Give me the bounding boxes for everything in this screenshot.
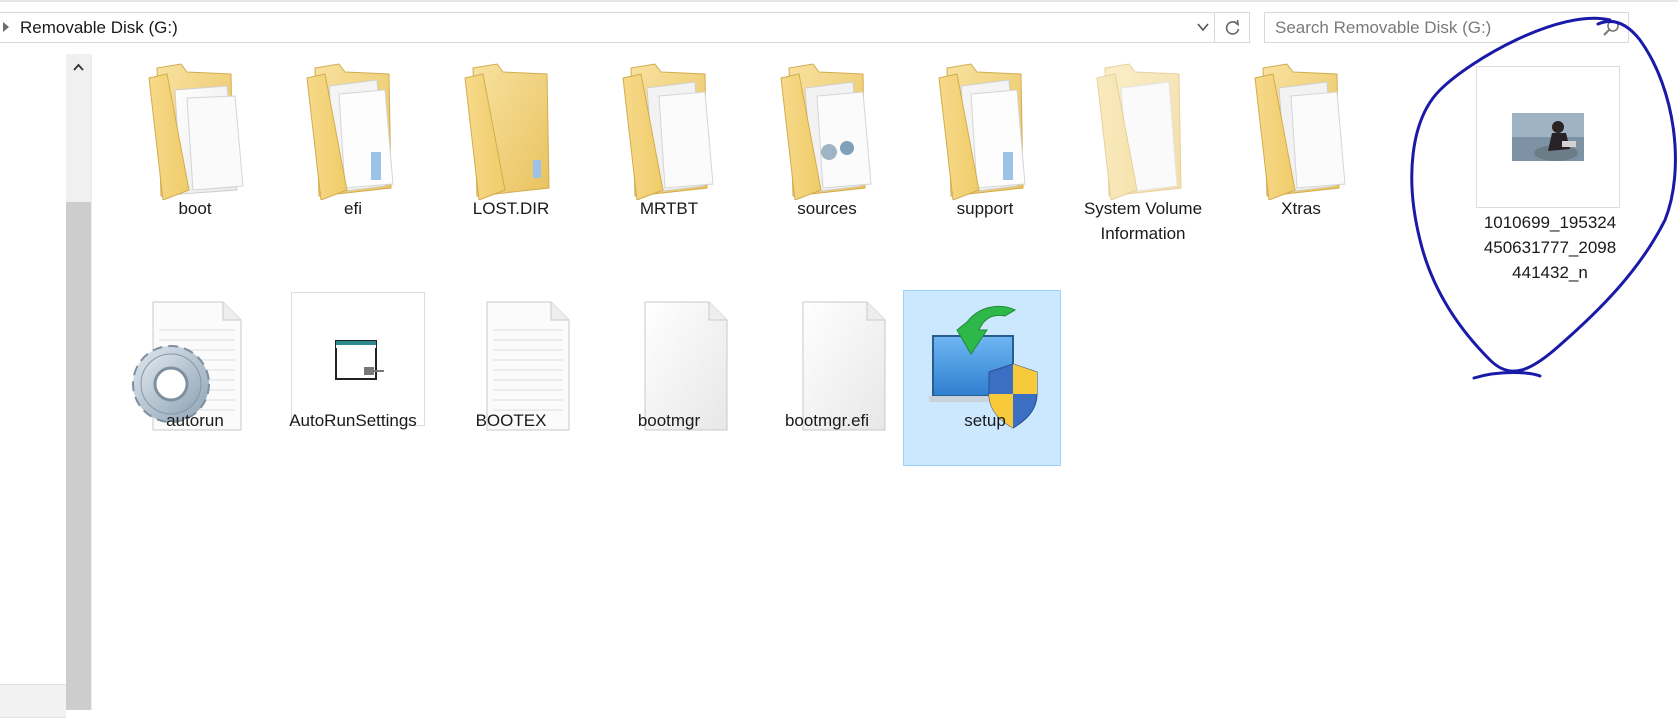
image-file-name-line-3: 441432_n (1512, 263, 1588, 282)
folder-item[interactable]: LOST.DIR (431, 60, 591, 250)
folder-name: sources (797, 199, 857, 218)
file-name: bootmgr.efi (784, 411, 870, 430)
image-file-name-line-1: 1010699_195324 (1483, 213, 1617, 232)
folder-icon (780, 63, 872, 200)
folder-icon (464, 63, 550, 200)
nav-scrollbar[interactable] (66, 54, 91, 710)
folder-icon (622, 63, 714, 200)
folder-name: MRTBT (639, 199, 699, 218)
window-shortcut-icon (291, 292, 425, 426)
folder-name: efi (344, 199, 362, 218)
folder-item[interactable]: efi (273, 60, 433, 250)
folder-icon (1096, 63, 1182, 200)
chevron-down-icon[interactable] (1196, 21, 1210, 33)
folder-name: support (956, 199, 1014, 218)
refresh-icon (1225, 19, 1240, 35)
address-bar[interactable]: Removable Disk (G:) (0, 12, 1233, 43)
folder-name: boot (178, 199, 212, 218)
search-box[interactable] (1264, 12, 1629, 43)
folder-item[interactable]: sources (747, 60, 907, 250)
file-item[interactable]: autorun (115, 290, 275, 470)
file-name: setup (964, 411, 1006, 430)
scroll-up-button[interactable] (66, 54, 91, 84)
expand-arrow-icon[interactable] (3, 22, 9, 32)
file-item[interactable]: AutoRunSettings (273, 290, 433, 470)
nav-selected-item[interactable] (0, 684, 66, 718)
folder-icon (148, 63, 244, 200)
chevron-up-icon (73, 63, 84, 71)
refresh-button[interactable] (1214, 12, 1250, 43)
image-file-item[interactable]: 1010699_195324 450631777_2098 441432_n (1470, 60, 1630, 290)
navigation-pane (0, 54, 66, 718)
search-input[interactable] (1273, 16, 1597, 40)
image-file-name-line-2: 450631777_2098 (1483, 238, 1617, 257)
folder-item[interactable]: System Volume Information (1063, 60, 1223, 250)
folder-item[interactable]: support (905, 60, 1065, 250)
folder-item[interactable]: Xtras (1221, 60, 1381, 250)
file-item-selected[interactable]: setup (903, 290, 1065, 470)
folder-icon (306, 63, 394, 200)
file-name: autorun (166, 411, 224, 430)
folder-icon (938, 63, 1026, 200)
window-top-edge (0, 0, 1678, 2)
file-item[interactable]: BOOTEX (431, 290, 591, 470)
file-item[interactable]: bootmgr (589, 290, 749, 470)
file-name: bootmgr (637, 411, 701, 430)
pane-divider (91, 54, 92, 710)
folder-name: System Volume Information (1083, 199, 1203, 243)
address-path[interactable]: Removable Disk (G:) (20, 18, 178, 38)
folder-item[interactable]: MRTBT (589, 60, 749, 250)
folder-item[interactable]: boot (115, 60, 275, 250)
folder-name: LOST.DIR (472, 199, 550, 218)
folder-icon (1254, 63, 1346, 200)
file-name: BOOTEX (475, 411, 547, 430)
folder-name: Xtras (1281, 199, 1321, 218)
file-name: AutoRunSettings (289, 411, 417, 430)
file-item[interactable]: bootmgr.efi (747, 290, 907, 470)
scrollbar-thumb[interactable] (66, 202, 91, 710)
photo-thumbnail-icon (1476, 66, 1620, 208)
search-icon[interactable] (1602, 19, 1620, 37)
